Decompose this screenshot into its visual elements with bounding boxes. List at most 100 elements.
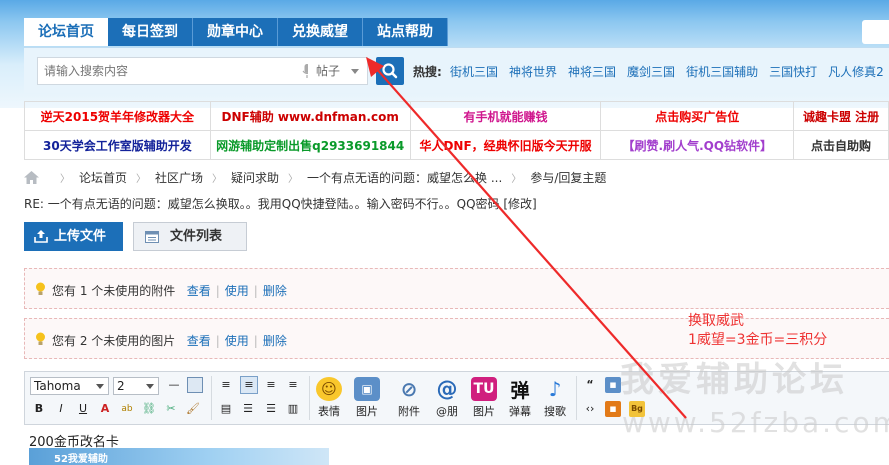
image-label: 图片: [356, 405, 378, 418]
notice-text: 您有 2 个未使用的图片: [52, 334, 176, 348]
code-icon[interactable]: ‹›: [582, 401, 598, 417]
notice-text: 您有 1 个未使用的附件: [52, 284, 176, 298]
hot-search-item[interactable]: 凡人修真2: [828, 63, 884, 80]
hot-search-item[interactable]: 魔剑三国: [627, 63, 675, 80]
search-icon: [382, 63, 398, 79]
at-icon: @: [436, 377, 458, 401]
link-icon[interactable]: ⛓: [141, 401, 157, 417]
notice-delete-link[interactable]: 删除: [263, 284, 287, 298]
smiley-icon: ☺: [316, 377, 342, 401]
font-color-icon[interactable]: A: [97, 401, 113, 417]
font-family-value: Tahoma: [34, 379, 81, 393]
ad-link[interactable]: 逆天2015贺羊年修改器大全: [24, 101, 211, 131]
upload-file-label: 上传文件: [54, 229, 107, 244]
frame-icon[interactable]: ▪: [605, 401, 621, 417]
chevron-down-icon: [96, 384, 104, 389]
image-icon: ▣: [354, 377, 380, 401]
toolbar-divider: [576, 376, 577, 420]
breadcrumb-separator: 〉: [212, 174, 223, 185]
breadcrumb-current: 参与/回复主题: [530, 171, 607, 185]
music-search-button[interactable]: ♪ 搜歌: [537, 377, 573, 419]
align-right-icon[interactable]: ≡: [285, 377, 301, 393]
search-type-value: 帖子: [316, 64, 341, 78]
notice-use-link[interactable]: 使用: [225, 334, 249, 348]
indent-icon[interactable]: ▥: [285, 401, 301, 417]
highlight-icon[interactable]: ab: [119, 401, 135, 417]
nav-daily-checkin[interactable]: 每日签到: [108, 18, 193, 46]
align-center-icon[interactable]: ≡: [263, 377, 279, 393]
attachment-label: 附件: [398, 405, 420, 418]
file-list-button[interactable]: 文件列表: [133, 222, 247, 251]
ad-links-table: 逆天2015贺羊年修改器大全 DNF辅助 www.dnfman.com 有手机就…: [24, 101, 889, 160]
breadcrumb-help[interactable]: 疑问求助: [231, 169, 279, 186]
quote-icon[interactable]: “: [582, 377, 598, 393]
unordered-list-icon[interactable]: ☰: [263, 401, 279, 417]
music-icon: ♪: [548, 377, 562, 401]
breadcrumb-thread[interactable]: 一个有点无语的问题：威望怎么换 ...: [307, 169, 502, 186]
ad-link[interactable]: 有手机就能赚钱: [409, 101, 602, 131]
hot-search-item[interactable]: 街机三国: [450, 63, 498, 80]
nav-site-help[interactable]: 站点帮助: [363, 18, 448, 46]
toolbar-divider: [211, 376, 212, 420]
notice-use-link[interactable]: 使用: [225, 284, 249, 298]
search-input[interactable]: [38, 58, 293, 84]
hot-search-item[interactable]: 三国快打: [769, 63, 817, 80]
danmu-button[interactable]: 弹 弹幕: [502, 377, 538, 419]
bold-icon[interactable]: B: [31, 401, 47, 417]
font-family-select[interactable]: Tahoma: [30, 377, 109, 395]
breadcrumb-separator: 〉: [136, 174, 147, 185]
ad-link[interactable]: 诚趣卡盟 注册: [793, 101, 889, 131]
main-nav: 论坛首页 每日签到 勋章中心 兑换威望 站点帮助: [24, 18, 448, 46]
image-insert-icon[interactable]: ▪: [605, 377, 621, 393]
ad-link[interactable]: DNF辅助 www.dnfman.com: [209, 101, 411, 131]
ordered-list-icon[interactable]: ☰: [240, 401, 256, 417]
hot-search-item[interactable]: 神将世界: [509, 63, 557, 80]
hot-search-item[interactable]: 街机三国辅助: [686, 63, 758, 80]
breadcrumb-forum-home[interactable]: 论坛首页: [79, 169, 127, 186]
hot-search-label: 热搜:: [413, 65, 442, 79]
watermark-url: www.52fzba.com: [622, 406, 889, 439]
attachment-button[interactable]: ⊘ 附件: [391, 377, 427, 419]
nav-forum-home[interactable]: 论坛首页: [24, 18, 108, 46]
upload-file-button[interactable]: 上传文件: [24, 222, 123, 251]
nav-exchange-prestige[interactable]: 兑换威望: [278, 18, 363, 46]
unlink-icon[interactable]: ✂: [163, 401, 179, 417]
ad-link[interactable]: 华人DNF，经典怀旧版今天开服: [409, 130, 602, 160]
notice-view-link[interactable]: 查看: [187, 334, 211, 348]
table-icon[interactable]: [187, 377, 203, 393]
ad-link[interactable]: 点击自助购: [793, 130, 889, 160]
notice-content: 您有 2 个未使用的图片 查看 | 使用 | 删除: [52, 334, 287, 348]
ad-link[interactable]: 点击购买广告位: [600, 101, 795, 131]
notice-content: 您有 1 个未使用的附件 查看 | 使用 | 删除: [52, 284, 287, 298]
search-type-select[interactable]: 帖子: [308, 57, 368, 85]
breadcrumb-community[interactable]: 社区广场: [155, 169, 203, 186]
font-size-select[interactable]: 2: [113, 377, 159, 395]
font-size-value: 2: [117, 379, 125, 393]
nav-medal-center[interactable]: 勋章中心: [193, 18, 278, 46]
align-left-icon[interactable]: ≡: [218, 377, 234, 393]
italic-icon[interactable]: I: [53, 401, 69, 417]
notice-view-link[interactable]: 查看: [187, 284, 211, 298]
image-button[interactable]: ▣ 图片: [349, 377, 385, 419]
home-icon[interactable]: [24, 171, 39, 184]
reply-title: RE: 一个有点无语的问题：威望怎么换取。。我用QQ快捷登陆。。输入密码不行。。…: [24, 197, 537, 211]
tu-image-label: 图片: [473, 405, 495, 418]
align-justify-icon[interactable]: ≡: [240, 376, 258, 394]
tu-image-button[interactable]: TU 图片: [466, 377, 502, 419]
underline-icon[interactable]: U: [75, 401, 91, 417]
horizontal-rule-icon[interactable]: —: [166, 377, 182, 393]
float-left-icon[interactable]: ▤: [218, 401, 234, 417]
upload-icon: [34, 230, 48, 243]
notice-delete-link[interactable]: 删除: [263, 334, 287, 348]
ad-link[interactable]: 30天学会工作室版辅助开发: [24, 130, 211, 160]
nav-right-tab[interactable]: [862, 20, 889, 44]
hot-search-item[interactable]: 神将三国: [568, 63, 616, 80]
paperclip-icon: ⊘: [400, 377, 418, 401]
ad-link[interactable]: 【刷赞.刷人气.QQ钻软件】: [600, 130, 795, 160]
ad-link[interactable]: 网游辅助定制出售q2933691844: [209, 130, 411, 160]
search-button[interactable]: [376, 57, 404, 85]
clear-format-icon[interactable]: 🖌: [185, 401, 201, 417]
emoji-label: 表情: [318, 405, 340, 418]
emoji-button[interactable]: ☺ 表情: [311, 377, 347, 419]
mention-button[interactable]: @ @朋: [429, 377, 465, 419]
